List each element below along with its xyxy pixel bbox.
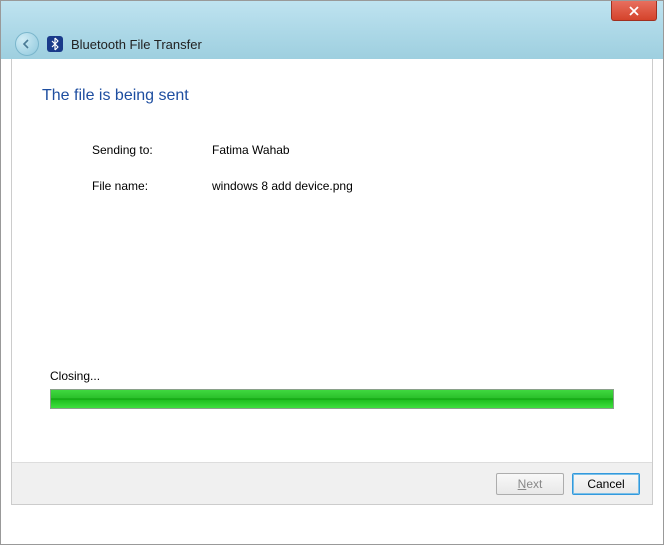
filename-value: windows 8 add device.png xyxy=(212,179,622,193)
close-button[interactable] xyxy=(611,1,657,21)
bluetooth-icon xyxy=(47,36,63,52)
next-button[interactable]: Next xyxy=(496,473,564,495)
filename-label: File name: xyxy=(92,179,212,193)
wizard-header: Bluetooth File Transfer xyxy=(1,29,663,59)
wizard-title: Bluetooth File Transfer xyxy=(71,37,202,52)
back-arrow-icon xyxy=(21,38,33,50)
progress-fill xyxy=(51,390,613,408)
cancel-button[interactable]: Cancel xyxy=(572,473,640,495)
sending-to-value: Fatima Wahab xyxy=(212,143,622,157)
sending-to-label: Sending to: xyxy=(92,143,212,157)
titlebar xyxy=(1,1,663,29)
page-heading: The file is being sent xyxy=(42,87,622,105)
close-icon xyxy=(629,6,639,16)
button-footer: Next Cancel xyxy=(12,462,652,504)
transfer-details: Sending to: Fatima Wahab File name: wind… xyxy=(92,143,622,193)
progress-section: Closing... xyxy=(50,369,614,409)
progress-status-label: Closing... xyxy=(50,369,614,383)
progress-bar xyxy=(50,389,614,409)
back-button[interactable] xyxy=(15,32,39,56)
content-area: The file is being sent Sending to: Fatim… xyxy=(11,59,653,505)
